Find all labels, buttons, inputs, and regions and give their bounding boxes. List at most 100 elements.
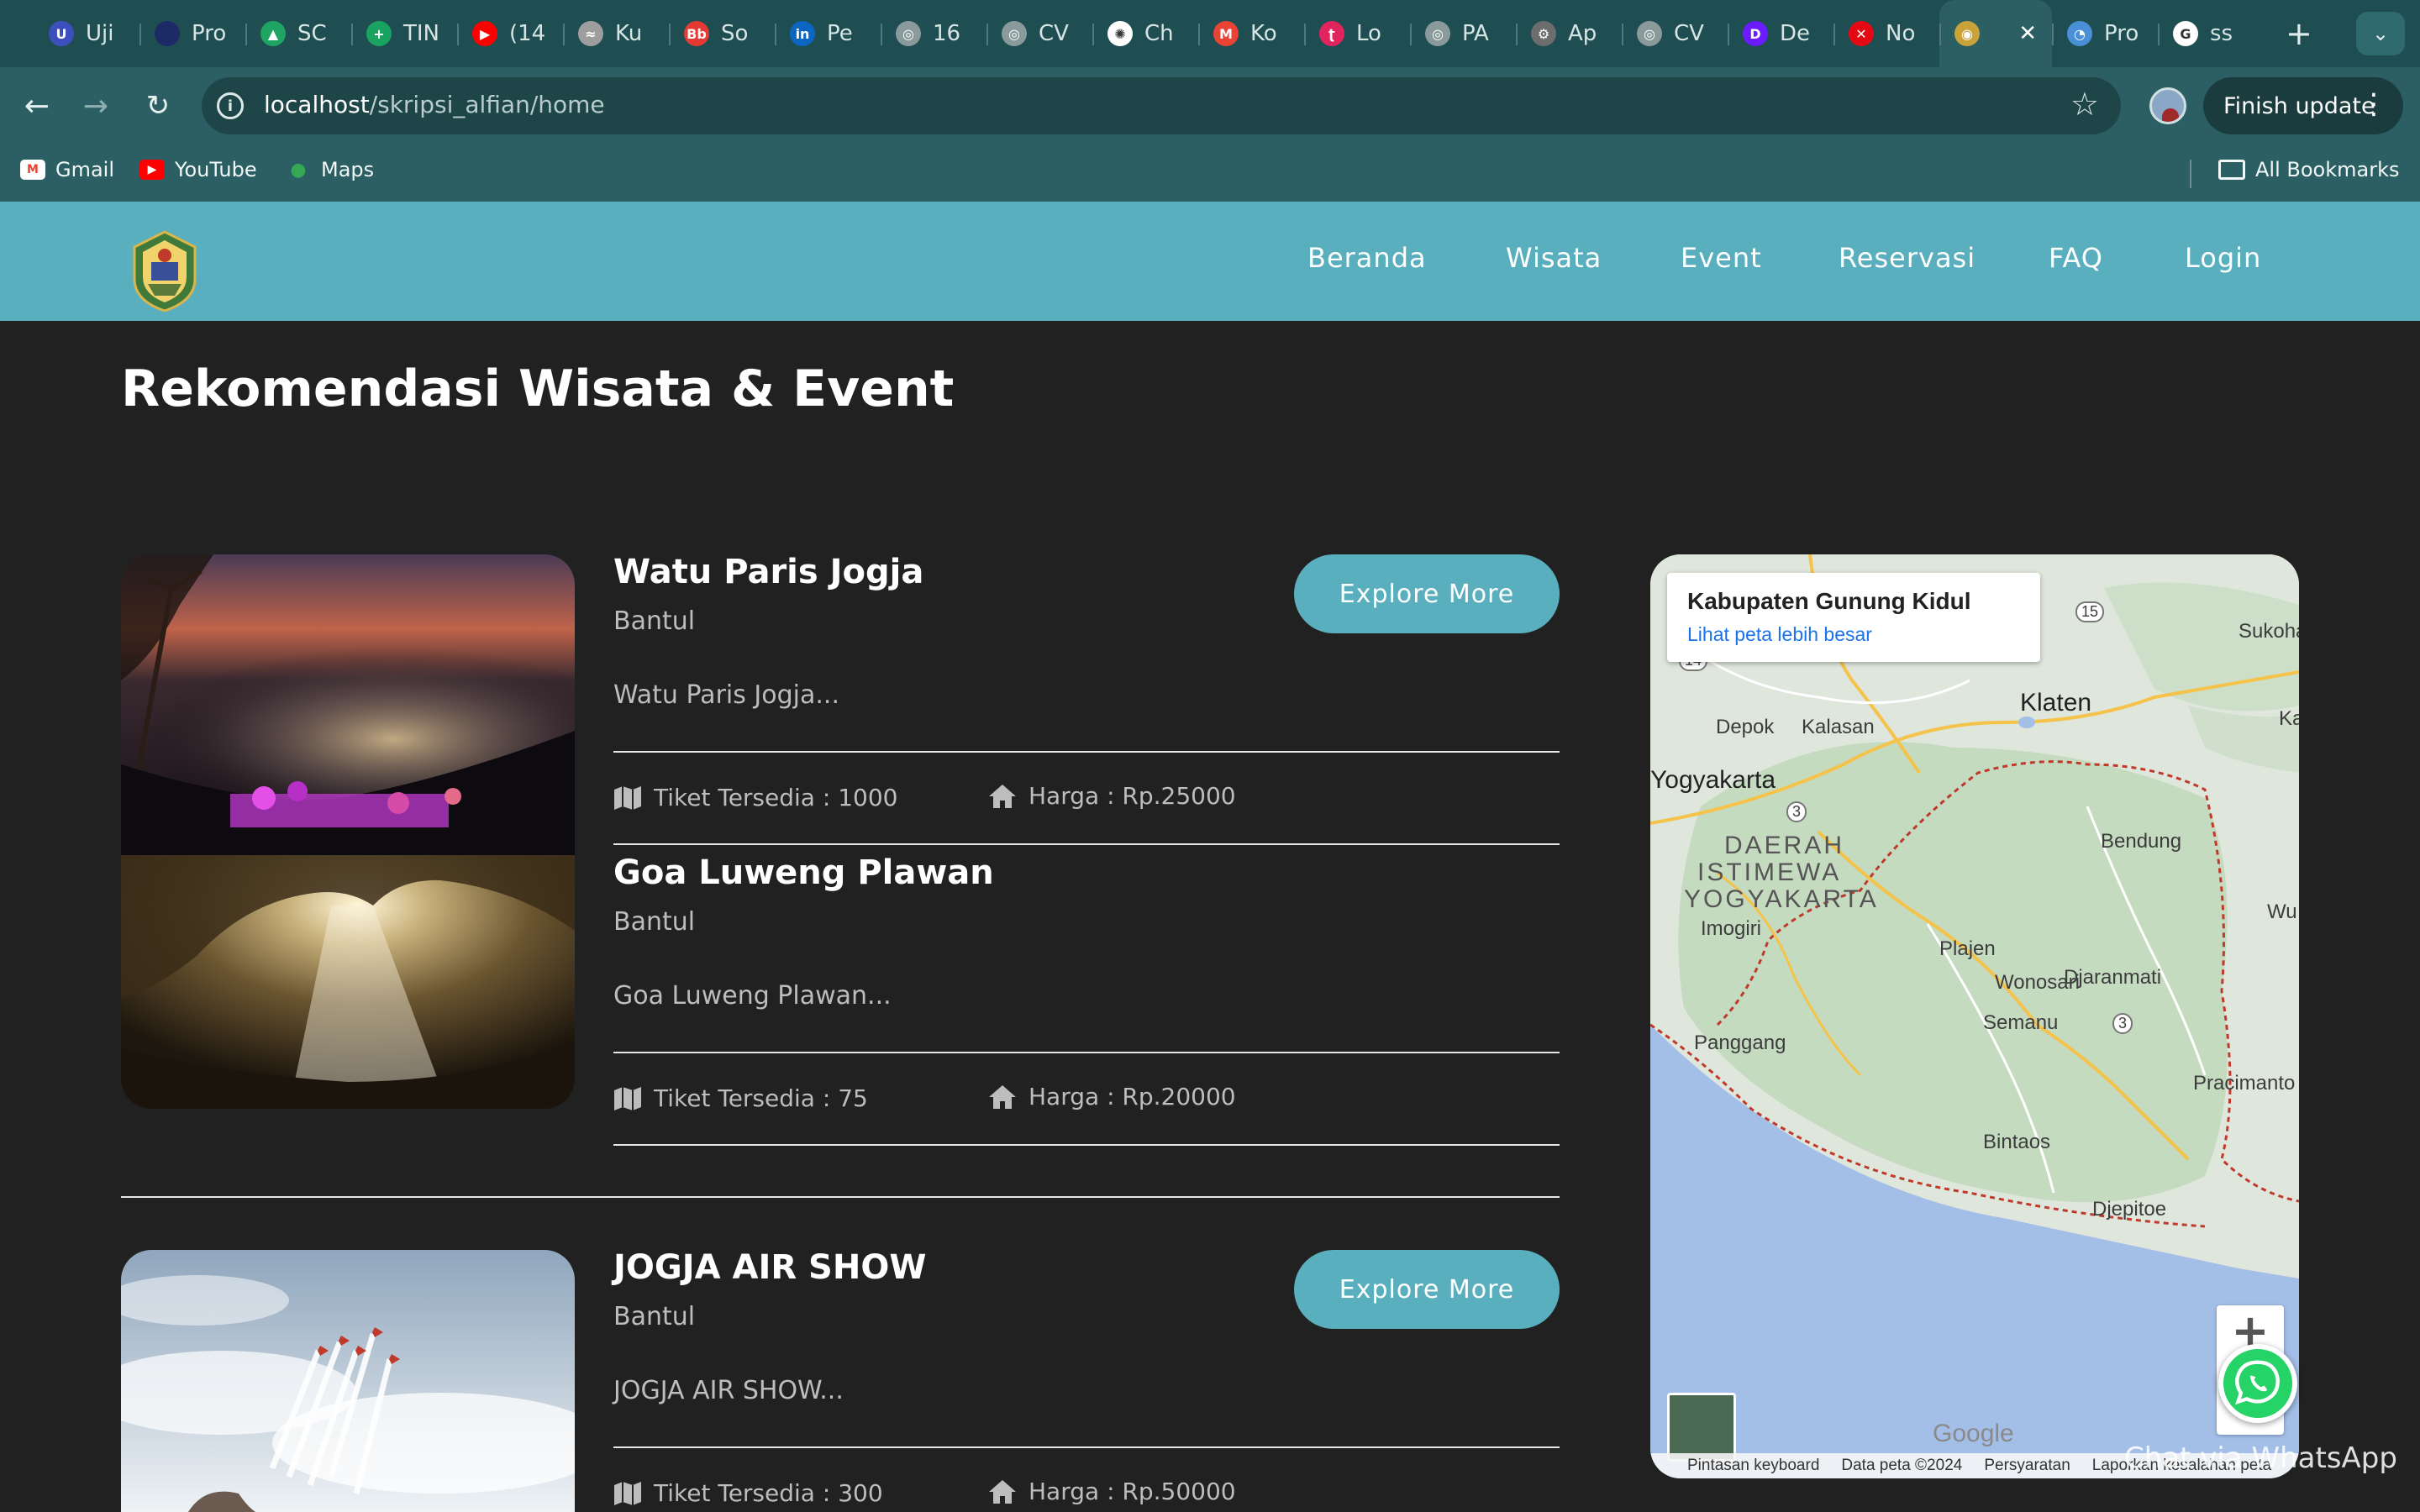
tab-label: Uji — [86, 21, 114, 46]
close-tab-icon[interactable]: ✕ — [2018, 21, 2037, 46]
browser-tab[interactable]: ▶ (14 — [457, 0, 563, 67]
route-shield-3: 3 — [1786, 801, 1807, 822]
browser-tab[interactable]: ◎ PA — [1410, 0, 1516, 67]
map-label-imogiri: Imogiri — [1701, 917, 1762, 940]
tab-label: ss — [2210, 21, 2233, 46]
explore-more-button[interactable]: Explore More — [1294, 1250, 1560, 1329]
item-title[interactable]: Watu Paris Jogja — [613, 553, 923, 591]
new-tab-button[interactable]: + — [2286, 15, 2312, 52]
tickets-text: Tiket Tersedia : 75 — [654, 1084, 868, 1112]
bookmark-star-icon[interactable]: ☆ — [2070, 86, 2099, 123]
map-label-semanu: Semanu — [1983, 1011, 2059, 1034]
price-stat: Harga : Rp.20000 — [988, 1083, 1236, 1110]
map-icon — [614, 785, 641, 810]
map-label-kalasan: Kalasan — [1802, 716, 1875, 738]
tab-label: PA — [1462, 21, 1489, 46]
whatsapp-chat-label[interactable]: Chat via WhatsApp — [2124, 1441, 2397, 1475]
address-bar[interactable]: i localhost/skripsi_alfian/home ☆ — [202, 77, 2121, 134]
nav-link-reservasi[interactable]: Reservasi — [1839, 242, 1975, 274]
tab-search-button[interactable]: ⌄ — [2356, 12, 2405, 55]
browser-tab[interactable]: ▲ SC — [245, 0, 351, 67]
map-info-card: Kabupaten Gunung Kidul Lihat peta lebih … — [1667, 573, 2040, 662]
goa-luweng-plawan-image[interactable] — [121, 855, 575, 1109]
browser-tab[interactable]: Pro — [139, 0, 245, 67]
site-navbar: Beranda Wisata Event Reservasi FAQ Login — [0, 202, 2420, 321]
url-path: /skripsi_alfian/home — [369, 91, 605, 118]
browser-tab[interactable]: Bb So — [669, 0, 775, 67]
section-title: Rekomendasi Wisata & Event — [121, 360, 955, 418]
google-map[interactable]: Klaten Depok Kalasan Yogyakarta DAERAH I… — [1650, 554, 2299, 1478]
item-location: Bantul — [613, 907, 696, 937]
bookmark-maps[interactable]: ● Maps — [286, 158, 374, 181]
browser-tab[interactable]: ◎ CV — [986, 0, 1092, 67]
map-label-panggang: Panggang — [1694, 1032, 1786, 1054]
browser-tab[interactable]: ʈ Lo — [1304, 0, 1410, 67]
whatsapp-icon[interactable] — [2218, 1344, 2297, 1423]
map-canvas[interactable] — [1650, 554, 2299, 1478]
forward-arrow-icon[interactable]: → — [76, 86, 116, 126]
item-title[interactable]: JOGJA AIR SHOW — [613, 1248, 926, 1287]
browser-tab[interactable]: ◎ CV — [1622, 0, 1728, 67]
browser-tab[interactable]: ⚙ Ap — [1516, 0, 1622, 67]
reload-icon[interactable]: ↻ — [138, 86, 178, 126]
url-host: localhost — [264, 91, 370, 118]
home-icon — [989, 784, 1016, 808]
finish-update-button[interactable]: Finish update ⋮ — [2203, 77, 2403, 134]
browser-tab[interactable]: ✕ No — [1833, 0, 1939, 67]
price-text: Harga : Rp.20000 — [1028, 1083, 1236, 1110]
browser-tab[interactable]: ◔ Pro — [2052, 0, 2158, 67]
map-label-istimewa: ISTIMEWA — [1697, 858, 1842, 886]
bookmark-gmail[interactable]: M Gmail — [20, 158, 114, 181]
nav-link-beranda[interactable]: Beranda — [1307, 242, 1427, 274]
nav-link-event[interactable]: Event — [1681, 242, 1762, 274]
hat-icon: ≈ — [578, 21, 603, 46]
url-text[interactable]: localhost/skripsi_alfian/home — [264, 91, 605, 118]
browser-tab[interactable]: D De — [1728, 0, 1833, 67]
item-description: JOGJA AIR SHOW... — [613, 1376, 844, 1405]
bookmarks-separator — [2190, 160, 2191, 188]
tickets-text: Tiket Tersedia : 1000 — [654, 784, 898, 811]
browser-tab[interactable]: in Pe — [775, 0, 881, 67]
all-bookmarks-button[interactable]: All Bookmarks — [2218, 158, 2399, 181]
browser-tab[interactable]: + TIN — [351, 0, 457, 67]
dealls-icon: D — [1743, 21, 1768, 46]
explore-more-button[interactable]: Explore More — [1294, 554, 1560, 633]
tab-label: So — [721, 21, 749, 46]
watu-paris-image[interactable] — [121, 554, 575, 855]
map-data-text: Data peta ©2024 — [1841, 1457, 1963, 1474]
profile-avatar[interactable] — [2149, 87, 2186, 124]
item-title[interactable]: Goa Luweng Plawan — [613, 853, 994, 892]
nav-link-wisata[interactable]: Wisata — [1506, 242, 1602, 274]
bookmarks-bar: M Gmail ▶ YouTube ● Maps All Bookmarks — [0, 144, 2420, 202]
map-label-yogyakarta: Yogyakarta — [1650, 766, 1776, 794]
browser-tab[interactable]: ✺ Ch — [1092, 0, 1198, 67]
browser-tab[interactable]: U Uji — [34, 0, 139, 67]
view-larger-map-link[interactable]: Lihat peta lebih besar — [1687, 623, 1872, 646]
browser-tab[interactable]: ◎ 16 — [881, 0, 986, 67]
tab-label: CV — [1039, 21, 1069, 46]
keyboard-shortcuts-link[interactable]: Pintasan keyboard — [1687, 1457, 1819, 1475]
nav-link-faq[interactable]: FAQ — [2049, 242, 2103, 274]
back-arrow-icon[interactable]: ← — [17, 86, 57, 126]
site-info-icon[interactable]: i — [217, 92, 244, 119]
browser-tab[interactable]: ≈ Ku — [563, 0, 669, 67]
browser-tab[interactable]: M Ko — [1198, 0, 1304, 67]
drive-icon: ▲ — [260, 21, 286, 46]
divider — [613, 1446, 1560, 1448]
jogja-air-show-image[interactable] — [121, 1250, 575, 1512]
bookmark-label: Gmail — [55, 158, 115, 181]
bookmark-label: Maps — [321, 158, 375, 181]
satellite-toggle[interactable] — [1667, 1393, 1736, 1462]
browser-tab[interactable]: Gss — [2158, 0, 2264, 67]
bookmark-label: YouTube — [175, 158, 257, 181]
google-logo: Google — [1933, 1420, 2014, 1447]
terms-link[interactable]: Persyaratan — [1984, 1457, 2070, 1475]
browser-tab[interactable]: ◉ ✕ — [1939, 0, 2052, 67]
linkedin-icon: in — [790, 21, 815, 46]
map-label-bintaos: Bintaos — [1983, 1131, 2051, 1153]
tab-label: SC — [297, 21, 327, 46]
bookmark-youtube[interactable]: ▶ YouTube — [139, 158, 257, 181]
tab-label: Lo — [1356, 21, 1381, 46]
nav-link-login[interactable]: Login — [2185, 242, 2261, 274]
youtube-icon: ▶ — [139, 160, 165, 180]
